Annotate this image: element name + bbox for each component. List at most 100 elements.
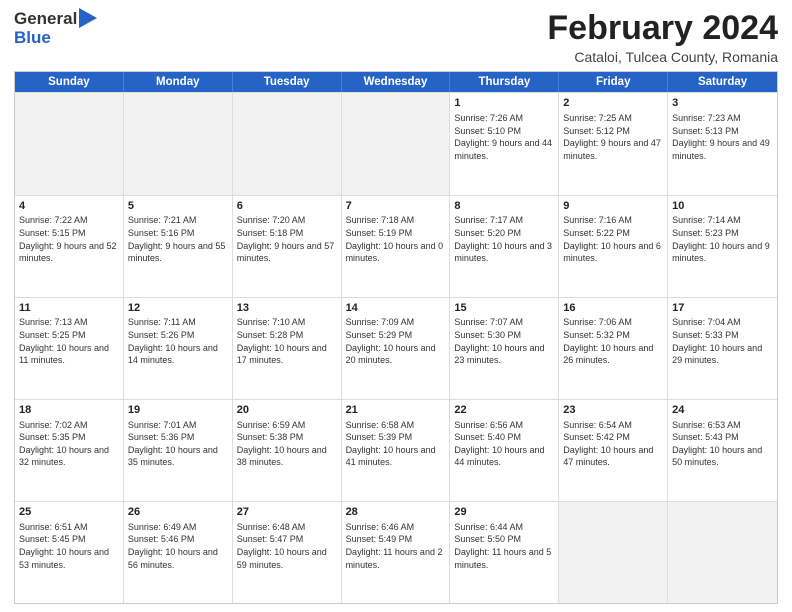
day-number: 4 [19,199,119,214]
calendar-week-4: 18Sunrise: 7:02 AMSunset: 5:35 PMDayligh… [15,399,777,501]
day-number: 3 [672,96,773,111]
day-number: 14 [346,301,446,316]
calendar-week-3: 11Sunrise: 7:13 AMSunset: 5:25 PMDayligh… [15,297,777,399]
day-number: 23 [563,403,663,418]
calendar-cell: 20Sunrise: 6:59 AMSunset: 5:38 PMDayligh… [233,400,342,501]
calendar-cell: 27Sunrise: 6:48 AMSunset: 5:47 PMDayligh… [233,502,342,603]
cell-detail: Sunrise: 7:14 AMSunset: 5:23 PMDaylight:… [672,214,773,264]
calendar-cell: 14Sunrise: 7:09 AMSunset: 5:29 PMDayligh… [342,298,451,399]
logo-arrow-icon [79,8,97,28]
day-number: 17 [672,301,773,316]
cell-detail: Sunrise: 7:04 AMSunset: 5:33 PMDaylight:… [672,316,773,366]
day-number: 8 [454,199,554,214]
logo-general-text: General [14,10,77,29]
day-number: 12 [128,301,228,316]
cell-detail: Sunrise: 7:26 AMSunset: 5:10 PMDaylight:… [454,112,554,162]
calendar-header: SundayMondayTuesdayWednesdayThursdayFrid… [15,72,777,92]
calendar-cell [668,502,777,603]
header-day-tuesday: Tuesday [233,72,342,92]
page: General Blue February 2024 Cataloi, Tulc… [0,0,792,612]
calendar-cell: 23Sunrise: 6:54 AMSunset: 5:42 PMDayligh… [559,400,668,501]
cell-detail: Sunrise: 6:48 AMSunset: 5:47 PMDaylight:… [237,521,337,571]
day-number: 5 [128,199,228,214]
calendar-cell: 18Sunrise: 7:02 AMSunset: 5:35 PMDayligh… [15,400,124,501]
day-number: 2 [563,96,663,111]
day-number: 28 [346,505,446,520]
header-day-sunday: Sunday [15,72,124,92]
day-number: 13 [237,301,337,316]
day-number: 27 [237,505,337,520]
calendar-cell: 15Sunrise: 7:07 AMSunset: 5:30 PMDayligh… [450,298,559,399]
calendar-subtitle: Cataloi, Tulcea County, Romania [547,49,778,65]
calendar-cell [233,93,342,194]
cell-detail: Sunrise: 7:01 AMSunset: 5:36 PMDaylight:… [128,419,228,469]
header-day-saturday: Saturday [668,72,777,92]
calendar-cell: 21Sunrise: 6:58 AMSunset: 5:39 PMDayligh… [342,400,451,501]
day-number: 15 [454,301,554,316]
day-number: 24 [672,403,773,418]
calendar-cell: 29Sunrise: 6:44 AMSunset: 5:50 PMDayligh… [450,502,559,603]
calendar-cell: 4Sunrise: 7:22 AMSunset: 5:15 PMDaylight… [15,196,124,297]
day-number: 25 [19,505,119,520]
cell-detail: Sunrise: 6:58 AMSunset: 5:39 PMDaylight:… [346,419,446,469]
header: General Blue February 2024 Cataloi, Tulc… [14,10,778,65]
day-number: 7 [346,199,446,214]
logo-blue-text: Blue [14,29,97,48]
cell-detail: Sunrise: 6:53 AMSunset: 5:43 PMDaylight:… [672,419,773,469]
cell-detail: Sunrise: 7:17 AMSunset: 5:20 PMDaylight:… [454,214,554,264]
day-number: 26 [128,505,228,520]
calendar-week-2: 4Sunrise: 7:22 AMSunset: 5:15 PMDaylight… [15,195,777,297]
calendar-cell: 22Sunrise: 6:56 AMSunset: 5:40 PMDayligh… [450,400,559,501]
calendar-cell: 17Sunrise: 7:04 AMSunset: 5:33 PMDayligh… [668,298,777,399]
cell-detail: Sunrise: 7:09 AMSunset: 5:29 PMDaylight:… [346,316,446,366]
calendar-cell: 3Sunrise: 7:23 AMSunset: 5:13 PMDaylight… [668,93,777,194]
day-number: 19 [128,403,228,418]
day-number: 16 [563,301,663,316]
calendar-cell [15,93,124,194]
calendar-cell: 24Sunrise: 6:53 AMSunset: 5:43 PMDayligh… [668,400,777,501]
cell-detail: Sunrise: 7:13 AMSunset: 5:25 PMDaylight:… [19,316,119,366]
cell-detail: Sunrise: 7:20 AMSunset: 5:18 PMDaylight:… [237,214,337,264]
day-number: 22 [454,403,554,418]
cell-detail: Sunrise: 6:44 AMSunset: 5:50 PMDaylight:… [454,521,554,571]
calendar-cell: 7Sunrise: 7:18 AMSunset: 5:19 PMDaylight… [342,196,451,297]
cell-detail: Sunrise: 7:11 AMSunset: 5:26 PMDaylight:… [128,316,228,366]
cell-detail: Sunrise: 7:21 AMSunset: 5:16 PMDaylight:… [128,214,228,264]
cell-detail: Sunrise: 7:10 AMSunset: 5:28 PMDaylight:… [237,316,337,366]
calendar-cell: 28Sunrise: 6:46 AMSunset: 5:49 PMDayligh… [342,502,451,603]
cell-detail: Sunrise: 7:06 AMSunset: 5:32 PMDaylight:… [563,316,663,366]
day-number: 21 [346,403,446,418]
header-day-wednesday: Wednesday [342,72,451,92]
calendar-cell [342,93,451,194]
logo: General Blue [14,10,97,47]
cell-detail: Sunrise: 6:59 AMSunset: 5:38 PMDaylight:… [237,419,337,469]
calendar-cell: 13Sunrise: 7:10 AMSunset: 5:28 PMDayligh… [233,298,342,399]
calendar-cell [559,502,668,603]
day-number: 29 [454,505,554,520]
header-day-friday: Friday [559,72,668,92]
header-day-monday: Monday [124,72,233,92]
day-number: 9 [563,199,663,214]
cell-detail: Sunrise: 7:23 AMSunset: 5:13 PMDaylight:… [672,112,773,162]
calendar-cell: 8Sunrise: 7:17 AMSunset: 5:20 PMDaylight… [450,196,559,297]
day-number: 20 [237,403,337,418]
calendar-cell: 6Sunrise: 7:20 AMSunset: 5:18 PMDaylight… [233,196,342,297]
day-number: 10 [672,199,773,214]
cell-detail: Sunrise: 6:54 AMSunset: 5:42 PMDaylight:… [563,419,663,469]
calendar-week-1: 1Sunrise: 7:26 AMSunset: 5:10 PMDaylight… [15,92,777,194]
day-number: 6 [237,199,337,214]
header-day-thursday: Thursday [450,72,559,92]
cell-detail: Sunrise: 6:51 AMSunset: 5:45 PMDaylight:… [19,521,119,571]
day-number: 11 [19,301,119,316]
calendar-cell: 9Sunrise: 7:16 AMSunset: 5:22 PMDaylight… [559,196,668,297]
title-block: February 2024 Cataloi, Tulcea County, Ro… [547,10,778,65]
cell-detail: Sunrise: 7:22 AMSunset: 5:15 PMDaylight:… [19,214,119,264]
cell-detail: Sunrise: 6:49 AMSunset: 5:46 PMDaylight:… [128,521,228,571]
calendar-cell: 25Sunrise: 6:51 AMSunset: 5:45 PMDayligh… [15,502,124,603]
calendar-body: 1Sunrise: 7:26 AMSunset: 5:10 PMDaylight… [15,92,777,603]
cell-detail: Sunrise: 7:07 AMSunset: 5:30 PMDaylight:… [454,316,554,366]
cell-detail: Sunrise: 7:02 AMSunset: 5:35 PMDaylight:… [19,419,119,469]
day-number: 1 [454,96,554,111]
cell-detail: Sunrise: 6:56 AMSunset: 5:40 PMDaylight:… [454,419,554,469]
calendar-cell: 1Sunrise: 7:26 AMSunset: 5:10 PMDaylight… [450,93,559,194]
